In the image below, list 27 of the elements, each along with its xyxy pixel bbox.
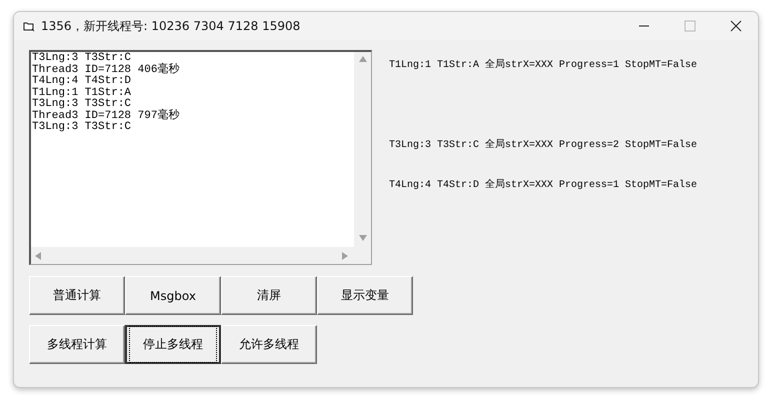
app-icon <box>23 20 35 32</box>
command-button[interactable]: 普通计算 <box>29 276 125 315</box>
log-line: T3Lng:3 T3Str:C <box>32 122 132 134</box>
log-line: Thread3 ID=7128 797毫秒 <box>32 110 180 122</box>
command-button[interactable]: 停止多线程 <box>125 325 221 364</box>
status-label: T4Lng:4 T4Str:D 全局strX=XXX Progress=1 StopMT=False <box>389 178 698 189</box>
status-label: T3Lng:3 T3Str:C 全局strX=XXX Progress=2 StopMT=False <box>389 138 698 149</box>
close-icon[interactable] <box>730 20 742 32</box>
command-button[interactable]: 允许多线程 <box>221 325 317 364</box>
log-line: T4Lng:4 T4Str:D <box>32 76 132 88</box>
scroll-right-icon[interactable] <box>342 252 348 260</box>
scroll-up-icon[interactable] <box>358 56 366 62</box>
log-line: T1Lng:1 T1Str:A <box>32 88 132 98</box>
log-text-area[interactable]: T3Lng:3 T3Str:C Thread3 ID=7128 406毫秒 T4Lng:4 T4Str:D T1Lng:1 T1Str:A T3Lng:3 T3Str:C Thread3 ID=7128 797毫秒 T3Lng:3 T3Str:C <box>29 50 372 265</box>
window-title: 1356，新开线程号: 10236 7304 7128 15908 <box>41 18 302 34</box>
log-line: Thread3 ID=7128 406毫秒 <box>32 64 180 76</box>
status-label: T1Lng:1 T1Str:A 全局strX=XXX Progress=1 StopMT=False <box>389 58 698 69</box>
scroll-down-icon[interactable] <box>358 235 366 241</box>
scroll-left-icon[interactable] <box>35 252 41 260</box>
log-line: T3Lng:3 T3Str:C <box>32 53 132 64</box>
command-button[interactable]: Msgbox <box>125 276 221 315</box>
maximize-icon[interactable] <box>684 20 696 32</box>
command-button[interactable]: 显示变量 <box>317 276 413 315</box>
vertical-scrollbar[interactable] <box>354 52 371 247</box>
log-line: T3Lng:3 T3Str:C <box>32 99 132 110</box>
command-button[interactable]: 多线程计算 <box>29 325 125 364</box>
command-button[interactable]: 清屏 <box>221 276 317 315</box>
